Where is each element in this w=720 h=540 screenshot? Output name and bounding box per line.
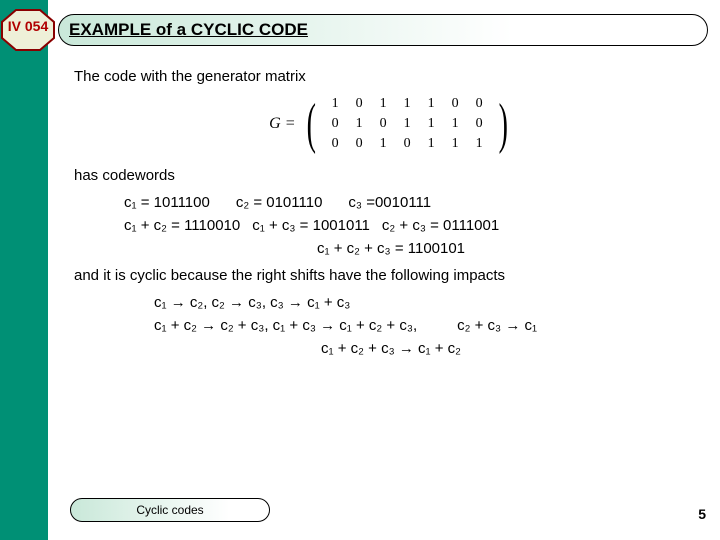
- slide-main: IV 054 EXAMPLE of a CYCLIC CODE The code…: [48, 0, 720, 540]
- matrix-label: G =: [269, 115, 295, 133]
- shifts-text-1: c₁ → c₂, c₂ → c₃, c₃ → c₁ + c₃: [154, 294, 350, 311]
- codeword-c1c3: c₁ + c₃ = 1001011: [252, 217, 370, 234]
- bracket-left-icon: (: [306, 96, 315, 152]
- intro-text: The code with the generator matrix: [74, 68, 708, 85]
- slide-content: The code with the generator matrix G = (…: [74, 68, 708, 357]
- codeword-c3: c₃ =0010111: [348, 194, 431, 211]
- codeword-c1c2: c₁ + c₂ = 1110010: [124, 217, 240, 234]
- matrix-grid: 1011100 0101110 0010111: [326, 95, 488, 153]
- shifts-row-3: c₁ + c₂ + c₃ → c₁ + c₂: [74, 340, 708, 357]
- codewords-row-3: c₁ + c₂ + c₃ = 1100101: [74, 240, 708, 257]
- codeword-c2: c₂ = 0101110: [236, 194, 323, 211]
- shifts-text-2a: c₁ + c₂ → c₂ + c₃, c₁ + c₃ → c₁ + c₂ + c…: [154, 317, 417, 334]
- slide-title: EXAMPLE of a CYCLIC CODE: [58, 14, 708, 46]
- codeword-c1: c₁ = 1011100: [124, 194, 210, 211]
- generator-matrix: G = ( 1011100 0101110 0010111 ): [74, 95, 708, 153]
- codewords-row-1: c₁ = 1011100 c₂ = 0101110 c₃ =0010111: [124, 194, 708, 211]
- page-number: 5: [698, 506, 706, 522]
- footer-caption: Cyclic codes: [70, 498, 270, 522]
- codewords-row-2: c₁ + c₂ = 1110010 c₁ + c₃ = 1001011 c₂ +…: [124, 217, 708, 234]
- codeword-c2c3: c₂ + c₃ = 0111001: [382, 217, 499, 234]
- cyclic-text: and it is cyclic because the right shift…: [74, 267, 708, 284]
- bracket-right-icon: ): [499, 96, 508, 152]
- badge-label: IV 054: [6, 18, 50, 34]
- title-bar: IV 054 EXAMPLE of a CYCLIC CODE: [28, 12, 708, 48]
- has-codewords-text: has codewords: [74, 167, 708, 184]
- shifts-row-2: c₁ + c₂ → c₂ + c₃, c₁ + c₃ → c₁ + c₂ + c…: [154, 317, 708, 334]
- shifts-row-1: c₁ → c₂, c₂ → c₃, c₃ → c₁ + c₃: [154, 294, 708, 311]
- shifts-text-2b: c₂ + c₃ → c₁: [457, 317, 537, 334]
- sidebar-stripe: [0, 0, 48, 540]
